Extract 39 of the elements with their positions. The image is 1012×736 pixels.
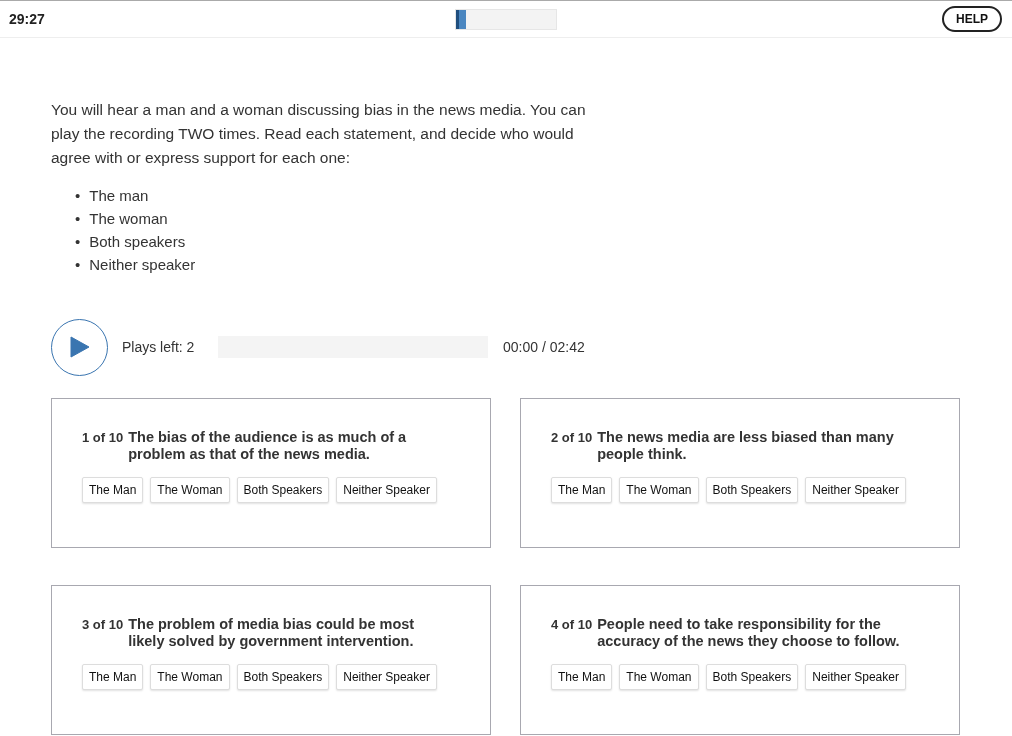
answer-option[interactable]: Neither Speaker bbox=[805, 477, 906, 503]
answer-option[interactable]: The Man bbox=[551, 477, 613, 503]
answer-option[interactable]: Both Speakers bbox=[236, 477, 330, 503]
bullet-item: The woman bbox=[89, 209, 168, 229]
instructions-text: You will hear a man and a woman discussing bias in the news media. You can play the recording TWO times. Read each statement, and decide who would agree with or express support for each one: bbox=[51, 100, 587, 168]
bullet-marker: • bbox=[75, 232, 81, 252]
bullet-marker: • bbox=[75, 186, 81, 206]
help-button[interactable]: HELP bbox=[942, 6, 1002, 32]
answer-option[interactable]: Neither Speaker bbox=[336, 664, 437, 690]
answer-option[interactable]: The Woman bbox=[150, 477, 230, 503]
question-number: 1 of 10 bbox=[82, 429, 124, 447]
question-statement: The news media are less biased than many people think. bbox=[597, 429, 895, 463]
bullet-marker: • bbox=[75, 255, 81, 275]
play-icon bbox=[69, 336, 90, 358]
question-statement: The bias of the audience is as much of a problem as that of the news media. bbox=[128, 429, 408, 463]
plays-left-text: Plays left: 2 bbox=[122, 339, 196, 355]
answer-option[interactable]: The Woman bbox=[619, 477, 699, 503]
answer-option[interactable]: Both Speakers bbox=[236, 664, 330, 690]
question-statement: People need to take responsibility for the accuracy of the news they choose to follow. bbox=[597, 616, 901, 650]
audio-time: 00:00 / 02:42 bbox=[503, 339, 585, 355]
answer-option[interactable]: The Woman bbox=[619, 664, 699, 690]
bullet-marker: • bbox=[75, 209, 81, 229]
question-number: 4 of 10 bbox=[551, 616, 593, 634]
answer-option[interactable]: The Man bbox=[82, 477, 144, 503]
answer-option[interactable]: The Woman bbox=[150, 664, 230, 690]
play-button[interactable] bbox=[51, 318, 108, 376]
answer-option[interactable]: The Man bbox=[551, 664, 613, 690]
question-number: 2 of 10 bbox=[551, 429, 593, 447]
answer-option[interactable]: Both Speakers bbox=[705, 664, 799, 690]
answer-option[interactable]: The Man bbox=[82, 664, 144, 690]
answer-option[interactable]: Neither Speaker bbox=[336, 477, 437, 503]
bullet-item: Both speakers bbox=[89, 232, 186, 252]
bullet-item: The man bbox=[89, 186, 149, 206]
question-statement: The problem of media bias could be most likely solved by government intervention. bbox=[128, 616, 416, 650]
question-number: 3 of 10 bbox=[82, 616, 124, 634]
timer: 29:27 bbox=[9, 11, 46, 27]
answer-option[interactable]: Both Speakers bbox=[705, 477, 799, 503]
answer-option[interactable]: Neither Speaker bbox=[805, 664, 906, 690]
bullet-item: Neither speaker bbox=[89, 255, 196, 275]
